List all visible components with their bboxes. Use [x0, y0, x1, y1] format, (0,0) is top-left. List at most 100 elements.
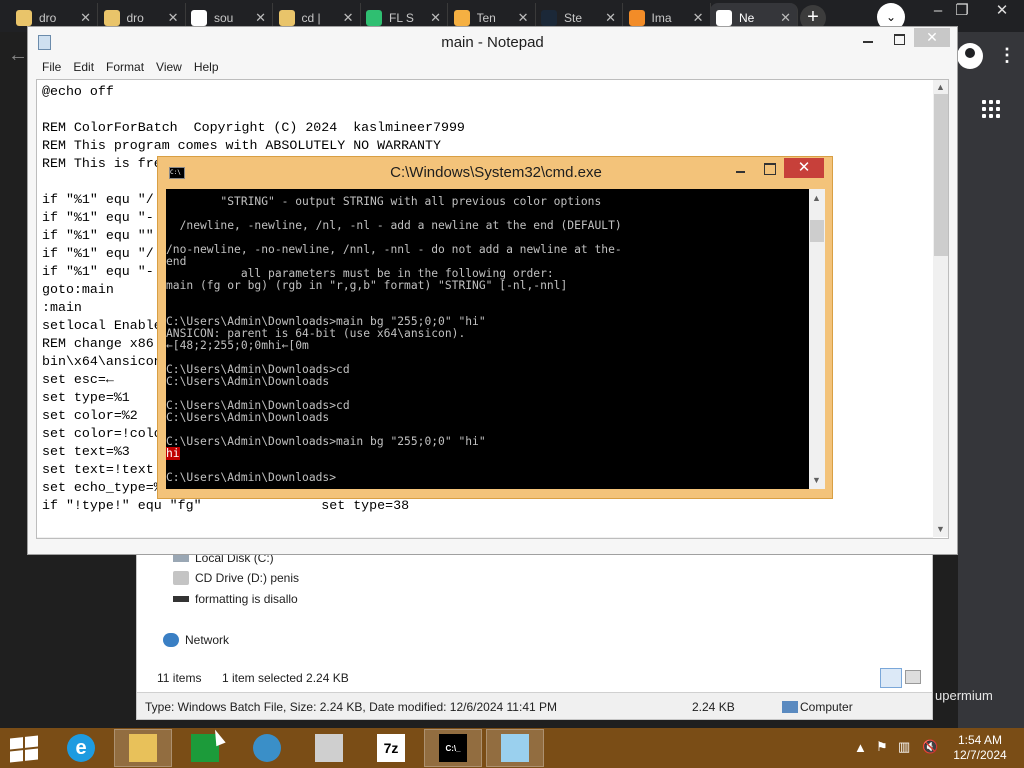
folder-icon [16, 9, 32, 26]
computer-icon [782, 701, 798, 713]
scroll-thumb[interactable] [810, 220, 824, 242]
drive-label: formatting is disallo [195, 592, 298, 606]
close-tab-icon[interactable]: ✕ [255, 10, 266, 26]
globe-app-icon [253, 734, 281, 762]
close-browser-button[interactable]: ✕ [982, 0, 1022, 28]
file-size: 2.24 KB [692, 700, 735, 714]
close-button[interactable]: ✕ [784, 158, 824, 178]
network-icon [163, 633, 179, 647]
google-icon [191, 9, 207, 26]
selection-info: 1 item selected 2.24 KB [222, 671, 349, 685]
item-count: 11 items [157, 671, 202, 685]
drive-item-d[interactable]: CD Drive (D:) penis [173, 571, 299, 585]
tab-title: dro [39, 10, 57, 25]
show-hidden-icons-icon[interactable]: ▲ [854, 740, 867, 755]
internet-explorer-icon: e [67, 734, 95, 762]
scroll-up-icon[interactable]: ▲ [936, 82, 945, 92]
taskbar-app-button[interactable] [300, 729, 358, 767]
volume-muted-icon[interactable]: 🔇 [922, 739, 938, 755]
folder-icon [278, 9, 295, 26]
clock-time: 1:54 AM [957, 733, 1003, 747]
hard-drive-icon [173, 554, 189, 562]
nav-network[interactable]: Network [163, 633, 229, 647]
console-output[interactable]: "STRING" - output STRING with all previo… [166, 189, 809, 489]
menu-edit[interactable]: Edit [67, 57, 100, 79]
scroll-down-icon[interactable]: ▼ [812, 475, 821, 485]
taskbar-app-button[interactable] [176, 729, 234, 767]
explorer-status-bar: Type: Windows Batch File, Size: 2.24 KB,… [137, 692, 932, 719]
taskbar-app-button[interactable] [486, 729, 544, 767]
supermium-label: upermium [935, 688, 993, 703]
close-tab-icon[interactable]: ✕ [168, 10, 179, 26]
notepad-icon [501, 734, 529, 762]
fl-studio-icon [628, 9, 645, 26]
console-line: main (fg or bg) (rgb in "r,g,b" format) … [166, 279, 568, 292]
back-icon[interactable]: ← [8, 44, 28, 67]
drive-item-usb[interactable]: formatting is disallo [173, 592, 298, 606]
taskbar-app-button[interactable] [114, 729, 172, 767]
file-explorer-window: Local Disk (C:) CD Drive (D:) penis form… [136, 548, 933, 720]
console-line: ←[48;2;255;0;0mhi←[0m [166, 339, 309, 352]
network-label: Network [185, 633, 230, 647]
more-menu-icon[interactable]: ⋮ [998, 45, 1016, 66]
7zip-icon: 7z [377, 734, 405, 762]
start-button[interactable] [10, 735, 38, 763]
editor-line: REM ColorForBatch Copyright (C) 2024 kas… [42, 120, 465, 135]
menu-format[interactable]: Format [100, 57, 150, 79]
tab-title: dro [126, 10, 144, 25]
console-line: C:\Users\Admin\Downloads> [166, 471, 337, 484]
tab-title: cd | [301, 10, 321, 25]
editor-line: REM This program comes with ABSOLUTELY N… [42, 138, 441, 153]
clock-date: 12/7/2024 [953, 748, 1007, 762]
close-tab-icon[interactable]: ✕ [80, 10, 91, 26]
horizontal-scrollbar[interactable] [37, 537, 933, 538]
console-line: C:\Users\Admin\Downloads [166, 375, 330, 388]
details-view-button[interactable] [880, 668, 902, 688]
close-tab-icon[interactable]: ✕ [693, 10, 704, 26]
maximize-button[interactable] [756, 159, 782, 179]
chrome-icon [716, 9, 732, 26]
maximize-button[interactable] [886, 29, 912, 49]
notepad-title-bar[interactable]: main - Notepad ✕ [28, 27, 957, 57]
tab-title: sou [214, 10, 234, 25]
taskbar-app-button[interactable]: 7z [362, 729, 420, 767]
close-tab-icon[interactable]: ✕ [518, 10, 529, 26]
tab-title: Ima [651, 10, 672, 25]
action-center-flag-icon[interactable]: ⚑ [876, 739, 888, 755]
vertical-scrollbar[interactable]: ▲ ▼ [933, 80, 948, 537]
close-tab-icon[interactable]: ✕ [605, 10, 616, 26]
close-tab-icon[interactable]: ✕ [343, 10, 354, 26]
tab-title: Ne [739, 10, 755, 25]
menu-file[interactable]: File [36, 57, 67, 79]
scroll-down-icon[interactable]: ▼ [936, 524, 945, 534]
minimize-button[interactable] [856, 29, 882, 49]
folder-icon [103, 9, 120, 26]
minimize-button[interactable] [728, 159, 754, 179]
console-line: C:\Users\Admin\Downloads>main bg "255;0;… [166, 435, 486, 448]
taskbar-app-button[interactable] [238, 729, 296, 767]
steam-icon [541, 9, 557, 26]
taskbar-app-button[interactable]: e [52, 729, 110, 767]
scroll-thumb[interactable] [934, 94, 948, 256]
clock[interactable]: 1:54 AM 12/7/2024 [952, 733, 1008, 763]
console-line: C:\Users\Admin\Downloads [166, 411, 330, 424]
console-text: "STRING" - output STRING with all previo… [166, 196, 809, 484]
restore-browser-button[interactable]: ❐ [942, 0, 982, 28]
menu-view[interactable]: View [150, 57, 188, 79]
network-tray-icon[interactable]: ▥ [898, 739, 910, 755]
close-tab-icon[interactable]: ✕ [780, 10, 791, 26]
menu-help[interactable]: Help [188, 57, 225, 79]
taskbar-app-button[interactable]: C:\_ [424, 729, 482, 767]
large-icons-view-button[interactable] [905, 670, 921, 684]
apps-grid-icon[interactable] [982, 100, 1000, 118]
scroll-up-icon[interactable]: ▲ [812, 193, 821, 203]
profile-icon[interactable] [957, 43, 983, 69]
close-button[interactable]: ✕ [914, 28, 950, 47]
console-line: /newline, -newline, /nl, -nl - add a new… [166, 219, 622, 232]
paint-icon [315, 734, 343, 762]
vertical-scrollbar[interactable]: ▲ ▼ [809, 189, 825, 489]
close-tab-icon[interactable]: ✕ [430, 10, 441, 26]
editor-line: @echo off [42, 84, 114, 99]
